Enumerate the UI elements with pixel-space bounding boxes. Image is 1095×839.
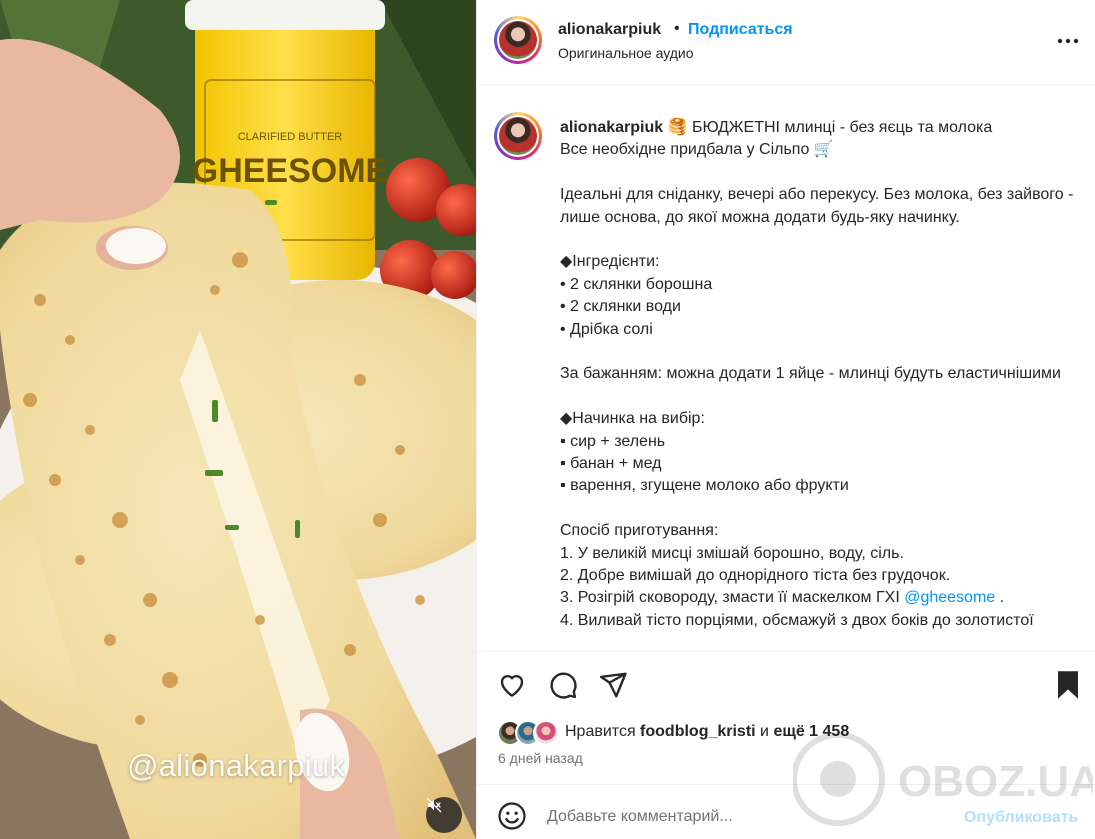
caption-line — [560, 341, 1088, 363]
likes-count[interactable]: ещё 1 458 — [773, 723, 849, 740]
heart-icon — [500, 674, 524, 697]
likes-summary: Нравится foodblog_kristi и ещё 1 458 — [565, 723, 849, 741]
pancake-emoji: 🥞 — [667, 119, 688, 136]
emoji-button[interactable] — [497, 801, 527, 831]
comment-icon — [550, 672, 577, 699]
caption-line — [560, 229, 1088, 251]
caption-line: Спосіб приготування: — [560, 522, 719, 540]
media-watermark: @alionakarpiuk — [127, 748, 346, 783]
caption-line: 2. Добре вимішай до однорідного тіста бе… — [560, 567, 951, 585]
volume-muted-icon — [426, 797, 442, 813]
post-media[interactable]: CLARIFIED BUTTER GHEESOME @alionakarpiuk — [0, 0, 476, 839]
more-horizontal-icon — [1057, 38, 1079, 44]
author-username[interactable]: alionakarpiuk — [558, 21, 661, 39]
jar-label-top: CLARIFIED BUTTER — [238, 131, 343, 143]
author-avatar[interactable] — [494, 16, 542, 64]
caption-line — [560, 162, 1088, 184]
food-photo: CLARIFIED BUTTER GHEESOME — [0, 0, 476, 839]
likes-middle: и — [755, 723, 774, 740]
likes-prefix: Нравится — [565, 723, 641, 740]
likes-row: Нравится foodblog_kristi и ещё 1 458 — [497, 720, 1077, 746]
caption-step-3-suffix: . — [995, 589, 1005, 607]
caption-first-line: БЮДЖЕТНІ млинці - без яєць та молока — [691, 119, 993, 136]
caption-line: ◆Начинка на вибір: — [560, 410, 705, 428]
action-bar — [477, 651, 1095, 713]
caption-line: • Дрібка солі — [560, 320, 653, 338]
caption-section: alionakarpiuk 🥞 БЮДЖЕТНІ млинці - без яє… — [477, 86, 1095, 650]
emoji-smile-icon — [498, 802, 526, 830]
caption-line: ▪ сир + зелень — [560, 432, 666, 450]
like-button[interactable] — [497, 670, 527, 700]
more-options-button[interactable] — [1055, 28, 1081, 54]
caption-line: • 2 склянки борошна — [560, 275, 713, 293]
comment-input[interactable] — [547, 805, 947, 829]
comment-button[interactable] — [548, 670, 578, 700]
follow-button[interactable]: Подписаться — [688, 21, 793, 39]
share-icon — [599, 672, 627, 698]
share-button[interactable] — [598, 670, 628, 700]
post-panel: alionakarpiuk • Подписаться Оригинальное… — [476, 0, 1095, 839]
jar-label-brand: GHEESOME — [192, 152, 388, 190]
gheesome-mention-link[interactable]: @gheesome — [904, 589, 995, 606]
caption-line: За бажанням: можна додати 1 яйце - млинц… — [560, 365, 1061, 383]
caption-line — [560, 498, 1088, 520]
caption-line — [560, 386, 1088, 408]
bookmark-icon — [1058, 671, 1078, 699]
caption-avatar[interactable] — [494, 112, 542, 160]
caption-step-3: 3. Розігрій сковороду, змасти її маскелк… — [560, 589, 905, 607]
publish-button[interactable]: Опубликовать — [964, 809, 1078, 827]
caption-line: Ідеальні для сніданку, вечері або переку… — [560, 186, 1078, 226]
liker-username[interactable]: foodblog_kristi — [640, 723, 756, 740]
liker-avatars[interactable] — [497, 720, 561, 746]
caption-line: • 2 склянки води — [560, 298, 681, 316]
comment-bar: Опубликовать — [477, 784, 1095, 839]
caption-line: ◆Інгредієнти: — [560, 253, 660, 271]
post-header: alionakarpiuk • Подписаться Оригинальное… — [477, 0, 1095, 85]
caption-line: Все необхідне придбала у Сільпо 🛒 — [560, 141, 834, 159]
caption-username[interactable]: alionakarpiuk — [560, 119, 663, 136]
caption-line: 4. Виливай тісто порціями, обсмажуй з дв… — [560, 611, 1034, 629]
separator-dot: • — [674, 20, 680, 37]
caption-line: ▪ варення, згущене молоко або фрукти — [560, 477, 849, 495]
caption-line: ▪ банан + мед — [560, 455, 662, 473]
save-button[interactable] — [1055, 670, 1085, 700]
caption-line: 1. У великій мисці змішай борошно, воду,… — [560, 544, 904, 562]
post-timestamp[interactable]: 6 дней назад — [498, 750, 583, 766]
mute-button[interactable] — [426, 797, 462, 833]
audio-label[interactable]: Оригинальное аудио — [558, 45, 694, 61]
caption-text: alionakarpiuk 🥞 БЮДЖЕТНІ млинці - без яє… — [560, 117, 1088, 632]
caption-line: 3. Розігрій сковороду, змасти її маскелк… — [560, 587, 1088, 609]
